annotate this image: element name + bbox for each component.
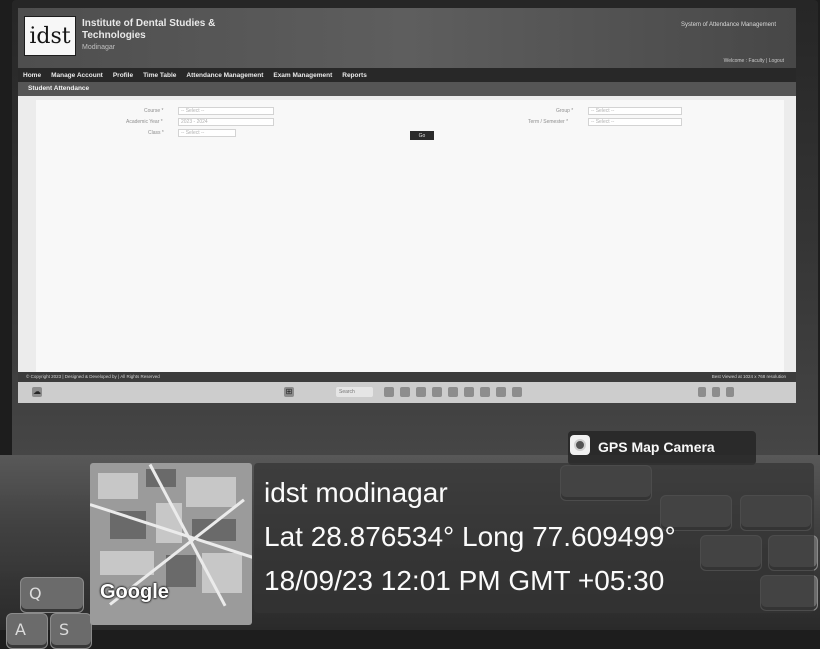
group-select[interactable]: -- Select -- [588,107,682,115]
logo-text: idst [29,23,71,49]
page-title-bar: Student Attendance [18,82,796,96]
gps-app-name: GPS Map Camera [598,439,715,455]
attendance-form: Course * -- Select -- Academic Year * 20… [36,100,784,372]
site-header: idst Institute of Dental Studies & Techn… [18,8,796,68]
academic-year-select[interactable]: 2023 - 2024 [178,118,274,126]
menu-item-home[interactable]: Home [18,72,46,79]
menu-item-attendance-management[interactable]: Attendance Management [181,72,268,79]
battery-icon[interactable] [726,387,734,397]
footer-resolution-note: Best Viewed at 1024 x 768 resolution [711,374,786,379]
file-explorer-icon[interactable] [416,387,426,397]
location-name: idst modinagar [264,477,448,508]
widgets-icon[interactable] [400,387,410,397]
gps-coordinates: Lat 28.876534° Long 77.609499° [264,521,676,552]
camera-pin-icon [570,435,590,455]
menu-item-profile[interactable]: Profile [108,72,138,79]
course-select[interactable]: -- Select -- [178,107,274,115]
app-icon[interactable] [512,387,522,397]
keyboard-key-s: S [50,613,92,649]
windows-taskbar: ☁ ⊞ Search [18,382,796,403]
academic-year-label: Academic Year * [126,119,163,125]
key-label: Q [29,584,42,603]
footer-copyright: © Copyright 2023 | Designed & Developed … [26,374,160,379]
volume-icon[interactable] [712,387,720,397]
location-info-box: idst modinagar Lat 28.876534° Long 77.60… [254,463,814,613]
group-label: Group * [556,108,574,114]
go-button[interactable]: Go [410,131,434,140]
capture-datetime: 18/09/23 12:01 PM GMT +05:30 [264,565,665,596]
task-view-icon[interactable] [384,387,394,397]
institute-logo[interactable]: idst [24,16,76,56]
menu-item-reports[interactable]: Reports [337,72,372,79]
keyboard-key-q: Q [20,577,84,613]
course-label: Course * [144,108,164,114]
start-icon[interactable]: ⊞ [284,387,294,397]
menu-item-time-table[interactable]: Time Table [138,72,181,79]
system-message: System of Attendance Management [680,22,776,28]
institute-name: Institute of Dental Studies & Technologi… [82,18,216,41]
mail-icon[interactable] [480,387,490,397]
chrome-icon[interactable] [448,387,458,397]
laptop-screen: idst Institute of Dental Studies & Techn… [18,8,796,403]
main-menu: Home Manage Account Profile Time Table A… [18,68,796,82]
google-watermark: Google [100,581,169,603]
keyboard-key-a: A [6,613,48,649]
class-label: Class * [148,130,164,136]
term-label: Term / Semester * [528,119,569,125]
store-icon[interactable] [464,387,474,397]
network-icon[interactable] [698,387,706,397]
site-footer: © Copyright 2023 | Designed & Developed … [18,372,796,382]
menu-item-exam-management[interactable]: Exam Management [268,72,337,79]
page-title: Student Attendance [28,85,90,92]
taskbar-search[interactable]: Search [336,387,373,397]
map-thumbnail: Google [90,463,252,625]
institute-subtitle: Modinagar [82,44,116,51]
weather-icon[interactable]: ☁ [32,387,42,397]
app-icon[interactable] [496,387,506,397]
class-select[interactable]: -- Select -- [178,129,236,137]
term-select[interactable]: -- Select -- [588,118,682,126]
menu-item-manage-account[interactable]: Manage Account [46,72,108,79]
gps-map-camera-tag: GPS Map Camera [568,431,756,465]
user-info[interactable]: Welcome : Faculty | Logout [724,58,784,64]
browser-icon[interactable] [432,387,442,397]
